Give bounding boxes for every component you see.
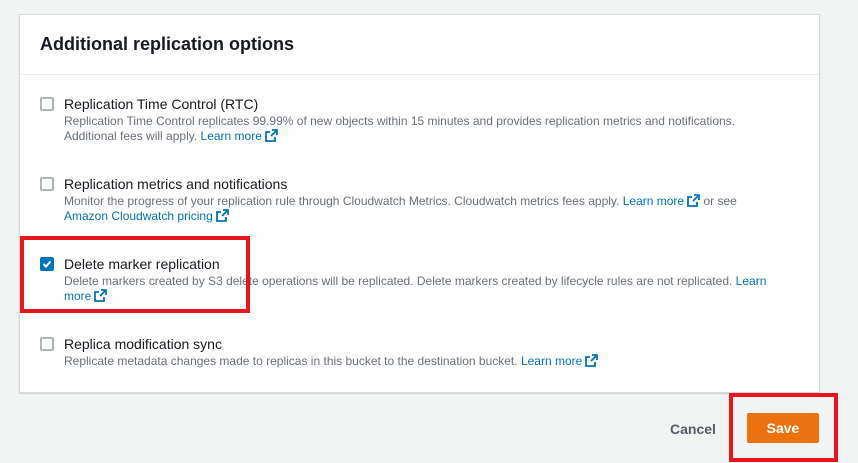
metrics-label[interactable]: Replication metrics and notifications [64,176,789,192]
delete-marker-highlight-box [20,236,250,313]
rtc-learn-more-link[interactable]: Learn more [201,129,278,143]
rtc-description: Replication Time Control replicates 99.9… [64,114,789,144]
external-link-icon [687,194,700,207]
cloudwatch-pricing-text: Amazon Cloudwatch pricing [64,209,213,223]
save-button[interactable]: Save [747,413,819,443]
rtc-learn-more-text: Learn more [200,129,262,143]
panel-header: Additional replication options [20,15,819,75]
metrics-checkbox[interactable] [40,177,54,191]
panel-title: Additional replication options [40,34,294,54]
option-replica-modification-sync: Replica modification sync Replicate meta… [40,336,789,369]
cloudwatch-pricing-link[interactable]: Amazon Cloudwatch pricing [64,209,229,223]
metrics-learn-more-link[interactable]: Learn more [623,194,700,208]
cancel-button[interactable]: Cancel [658,418,728,440]
external-link-icon [265,129,278,142]
replica-sync-label[interactable]: Replica modification sync [64,336,789,352]
replica-sync-learn-more-link[interactable]: Learn more [520,354,599,368]
rtc-checkbox[interactable] [40,97,54,111]
delete-marker-learn-text: Learn [735,274,767,288]
replica-sync-description: Replicate metadata changes made to repli… [64,354,789,369]
replica-sync-desc-text: Replicate metadata changes made to repli… [64,354,518,368]
additional-replication-options-panel: Additional replication options Replicati… [19,14,820,393]
replica-sync-learn-more-text: Learn more [520,354,583,368]
rtc-label[interactable]: Replication Time Control (RTC) [64,96,789,112]
external-link-icon [215,209,229,222]
metrics-description: Monitor the progress of your replication… [64,194,789,224]
option-replication-time-control: Replication Time Control (RTC) Replicati… [40,96,789,144]
rtc-desc-text: Replication Time Control replicates 99.9… [64,114,736,128]
metrics-or-see-text: or see [703,194,737,208]
replica-sync-checkbox[interactable] [40,337,54,351]
metrics-desc-text: Monitor the progress of your replication… [64,194,620,208]
rtc-desc-text-2: Additional fees will apply. [64,129,198,143]
option-replication-metrics: Replication metrics and notifications Mo… [40,176,789,224]
metrics-learn-more-text: Learn more [622,194,685,208]
external-link-icon [585,354,599,367]
